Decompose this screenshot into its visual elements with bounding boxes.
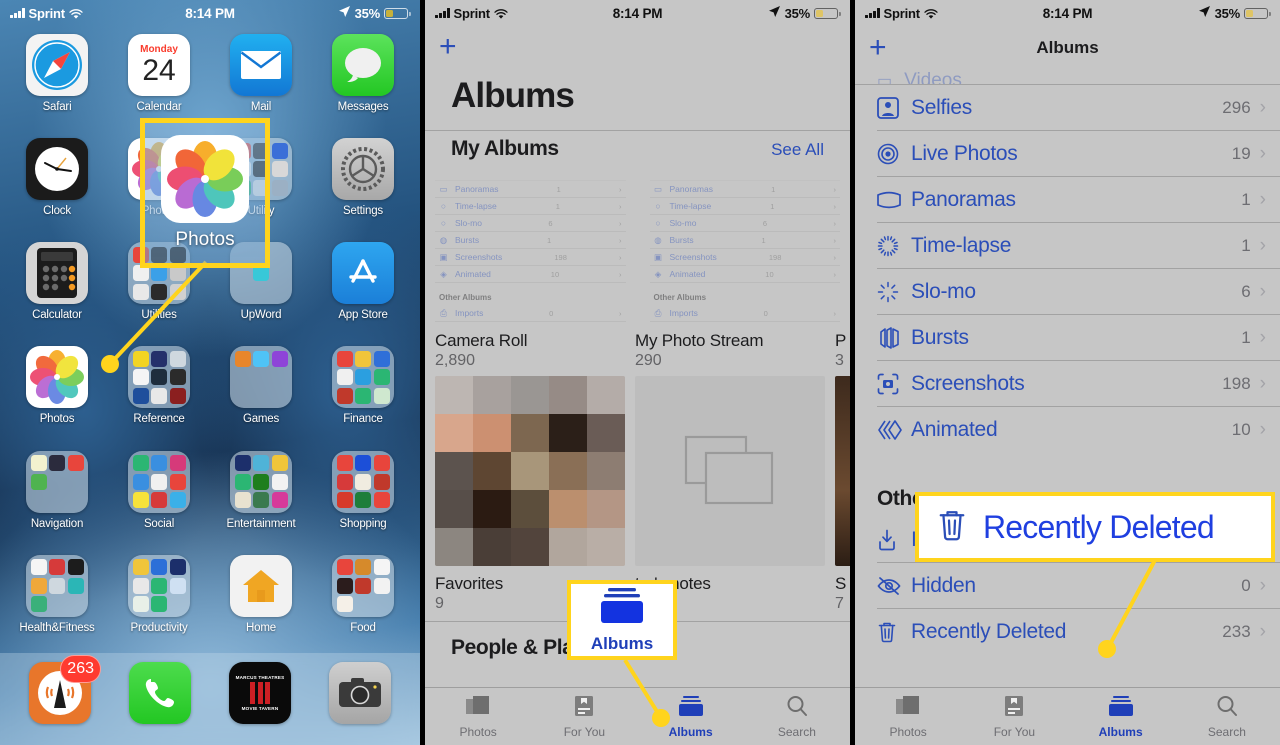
panel-home-screen: Sprint 8:14 PM 35% Safari Monday 24 Cale… bbox=[0, 0, 420, 745]
callout-photos-app[interactable]: Photos bbox=[140, 118, 270, 268]
leader-dot-albums-tab bbox=[652, 709, 670, 727]
callout-label: Recently Deleted bbox=[983, 508, 1215, 545]
photos-icon bbox=[161, 135, 249, 223]
screenshot-stage: Sprint 8:14 PM 35% Safari Monday 24 Cale… bbox=[0, 0, 1280, 745]
panel-albums-list: Sprint 8:14 PM 35% + Albums ▭ Videos Sel… bbox=[855, 0, 1280, 745]
leader-dot-photos bbox=[101, 355, 119, 373]
photos-app-mid: Sprint 8:14 PM 35% + Albums My Albums Se… bbox=[425, 0, 850, 745]
leader-line-recently-deleted bbox=[855, 0, 1280, 745]
albums-tab-icon bbox=[599, 587, 645, 630]
panel-albums-overview: Sprint 8:14 PM 35% + Albums My Albums Se… bbox=[425, 0, 850, 745]
callout-label: Albums bbox=[590, 633, 654, 653]
leader-dot-recently-deleted bbox=[1098, 640, 1116, 658]
photos-app-right: Sprint 8:14 PM 35% + Albums ▭ Videos Sel… bbox=[855, 0, 1280, 745]
callout-recently-deleted[interactable]: Recently Deleted bbox=[915, 492, 1275, 562]
callout-albums-tab[interactable]: Albums bbox=[567, 580, 677, 660]
trash-icon bbox=[937, 508, 967, 547]
home-screen-wallpaper: Sprint 8:14 PM 35% Safari Monday 24 Cale… bbox=[0, 0, 420, 745]
leader-line-photos bbox=[0, 0, 420, 745]
callout-label: Photos bbox=[175, 229, 235, 250]
